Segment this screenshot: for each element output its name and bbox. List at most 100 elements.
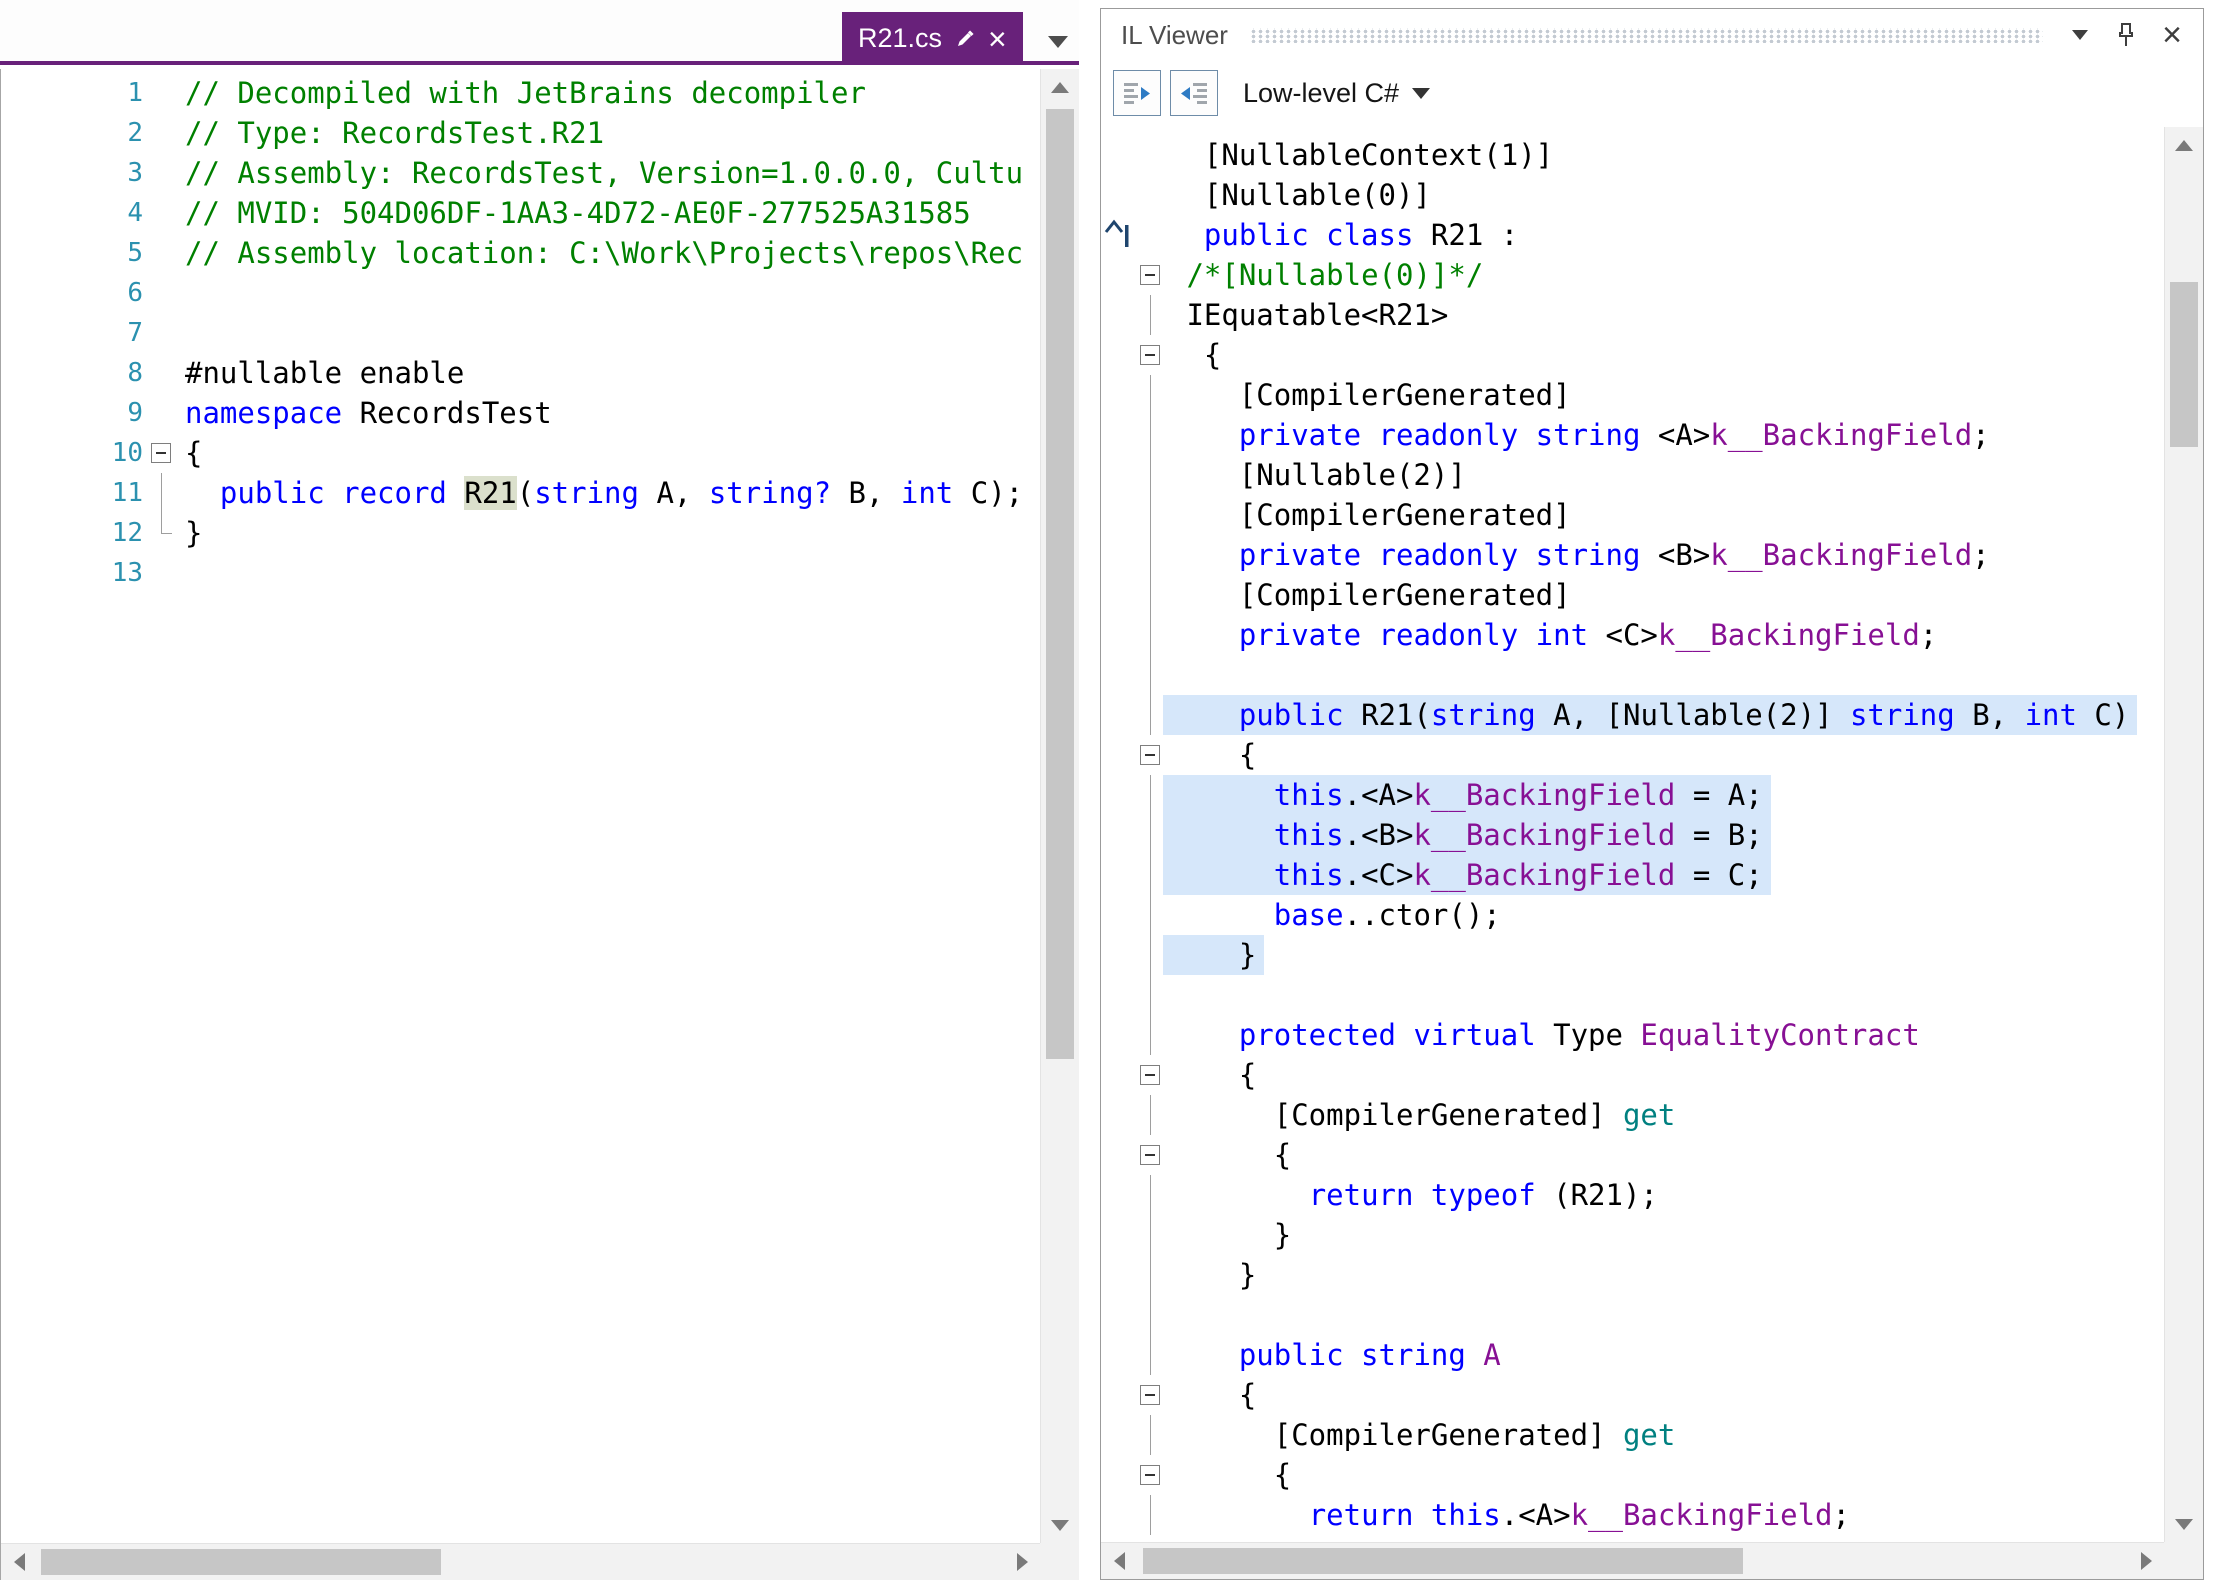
language-selector[interactable]: Low-level C# [1243,78,1431,109]
panel-drag-grip[interactable] [1249,27,2043,43]
code-line[interactable]: 11 public record R21(string A, string? B… [1,473,1040,513]
code-text: return this.<A>k__BackingField; [1163,1495,1858,1535]
fold-toggle-icon[interactable] [1140,745,1160,765]
code-line[interactable]: [CompilerGenerated] [1101,575,2164,615]
code-line[interactable]: } [1101,1215,2164,1255]
fold-toggle-icon[interactable] [1140,1065,1160,1085]
window-position-chevron-icon[interactable] [2065,20,2095,50]
sync-source-button[interactable] [1170,70,1218,116]
editing-pen-icon [955,29,975,49]
track-caret-button[interactable] [1113,70,1161,116]
code-line[interactable]: { [1101,335,2164,375]
code-editor[interactable]: 1 // Decompiled with JetBrains decompiler… [0,69,1079,1580]
code-line[interactable]: private readonly int <C>k__BackingField; [1101,615,2164,655]
code-line[interactable]: [CompilerGenerated] [1101,375,2164,415]
line-number: 1 [127,78,143,108]
line-number: 6 [127,278,143,308]
code-line[interactable]: this.<A>k__BackingField = A; [1101,775,2164,815]
scroll-left-icon[interactable] [1,1544,37,1580]
code-line[interactable]: 6 [1,273,1040,313]
code-line[interactable]: 9 namespace RecordsTest [1,393,1040,433]
horizontal-scroll-thumb[interactable] [41,1549,441,1575]
code-line[interactable]: 3 // Assembly: RecordsTest, Version=1.0.0… [1,153,1040,193]
scroll-up-icon[interactable] [1041,69,1079,105]
code-line[interactable]: [NullableContext(1)] [1101,135,2164,175]
code-line[interactable]: [CompilerGenerated] [1101,495,2164,535]
code-line[interactable] [1101,1295,2164,1335]
fold-toggle-icon[interactable] [1140,1465,1160,1485]
fold-margin [1137,1295,1163,1335]
code-line[interactable]: } [1101,1255,2164,1295]
code-text: public R21(string A, [Nullable(2)] strin… [1163,695,2138,735]
code-line[interactable] [1101,975,2164,1015]
code-line[interactable]: this.<B>k__BackingField = B; [1101,815,2164,855]
tab-list-chevron-icon[interactable] [1048,36,1068,48]
code-line[interactable]: return this.<A>k__BackingField; [1101,1495,2164,1535]
code-token: B, [1954,698,2025,732]
il-horizontal-scrollbar[interactable] [1101,1542,2164,1579]
code-line[interactable]: protected virtual Type EqualityContract [1101,1015,2164,1055]
code-line[interactable]: { [1101,1375,2164,1415]
code-token: public [1238,698,1344,732]
code-line[interactable]: base..ctor(); [1101,895,2164,935]
code-line[interactable]: { [1101,735,2164,775]
code-line[interactable]: 4 // MVID: 504D06DF-1AA3-4D72-AE0F-277525… [1,193,1040,233]
code-line[interactable]: 5 // Assembly location: C:\Work\Projects\… [1,233,1040,273]
scroll-down-icon[interactable] [2165,1506,2203,1542]
code-line[interactable]: public R21(string A, [Nullable(2)] strin… [1101,695,2164,735]
il-vertical-scrollbar[interactable] [2164,127,2203,1542]
code-line[interactable]: { [1101,1455,2164,1495]
code-line[interactable]: [CompilerGenerated] get [1101,1095,2164,1135]
code-line[interactable]: IEquatable<R21> [1101,295,2164,335]
code-line[interactable]: public string A [1101,1335,2164,1375]
fold-toggle-icon[interactable] [151,443,171,463]
horizontal-scroll-thumb[interactable] [1143,1548,1743,1574]
editor-horizontal-scrollbar[interactable] [1,1543,1040,1580]
code-line[interactable]: 7 [1,313,1040,353]
scroll-down-icon[interactable] [1041,1507,1079,1543]
code-line[interactable]: private readonly string <B>k__BackingFie… [1101,535,2164,575]
code-line[interactable]: 1 // Decompiled with JetBrains decompiler [1,73,1040,113]
code-text: private readonly int <C>k__BackingField; [1163,615,1945,655]
panel-close-icon[interactable]: × [2157,18,2187,52]
code-line[interactable]: 8 #nullable enable [1,353,1040,393]
code-line[interactable]: 12} [1,513,1040,553]
code-line[interactable]: /*[Nullable(0)]*/ [1101,255,2164,295]
code-line[interactable]: { [1101,1135,2164,1175]
code-token: <C> [1588,618,1658,652]
pin-icon[interactable] [2111,20,2141,50]
scroll-right-icon[interactable] [2128,1543,2164,1579]
code-line[interactable]: [Nullable(0)] [1101,175,2164,215]
fold-margin [143,273,179,313]
code-line[interactable]: } [1101,935,2164,975]
code-line[interactable]: public class R21 : [1101,215,2164,255]
scroll-right-icon[interactable] [1004,1544,1040,1580]
fold-toggle-icon[interactable] [1140,345,1160,365]
tab-close-icon[interactable]: × [988,23,1007,55]
fold-toggle-icon[interactable] [1140,265,1160,285]
code-token: private readonly string [1238,418,1641,452]
code-line[interactable]: 2 // Type: RecordsTest.R21 [1,113,1040,153]
code-line[interactable]: [CompilerGenerated] get [1101,1415,2164,1455]
code-text: public string A [1163,1335,1509,1375]
code-line[interactable]: { [1101,1055,2164,1095]
code-line[interactable]: this.<C>k__BackingField = C; [1101,855,2164,895]
editor-vertical-scrollbar[interactable] [1040,69,1079,1543]
vertical-scroll-thumb[interactable] [2170,282,2198,447]
fold-guide [1150,775,1151,815]
code-line[interactable]: 10 { [1,433,1040,473]
code-line[interactable]: return typeof (R21); [1101,1175,2164,1215]
code-line[interactable]: private readonly string <A>k__BackingFie… [1101,415,2164,455]
fold-toggle-icon[interactable] [1140,1145,1160,1165]
vertical-scroll-thumb[interactable] [1046,109,1074,1059]
code-line[interactable]: [Nullable(2)] [1101,455,2164,495]
code-line[interactable]: 13 [1,553,1040,593]
code-line[interactable] [1101,655,2164,695]
fold-margin [143,313,179,353]
scroll-up-icon[interactable] [2165,127,2203,163]
scroll-left-icon[interactable] [1101,1543,1137,1579]
tab-r21cs[interactable]: R21.cs × [842,12,1023,65]
marker-margin [1101,935,1137,975]
fold-toggle-icon[interactable] [1140,1385,1160,1405]
